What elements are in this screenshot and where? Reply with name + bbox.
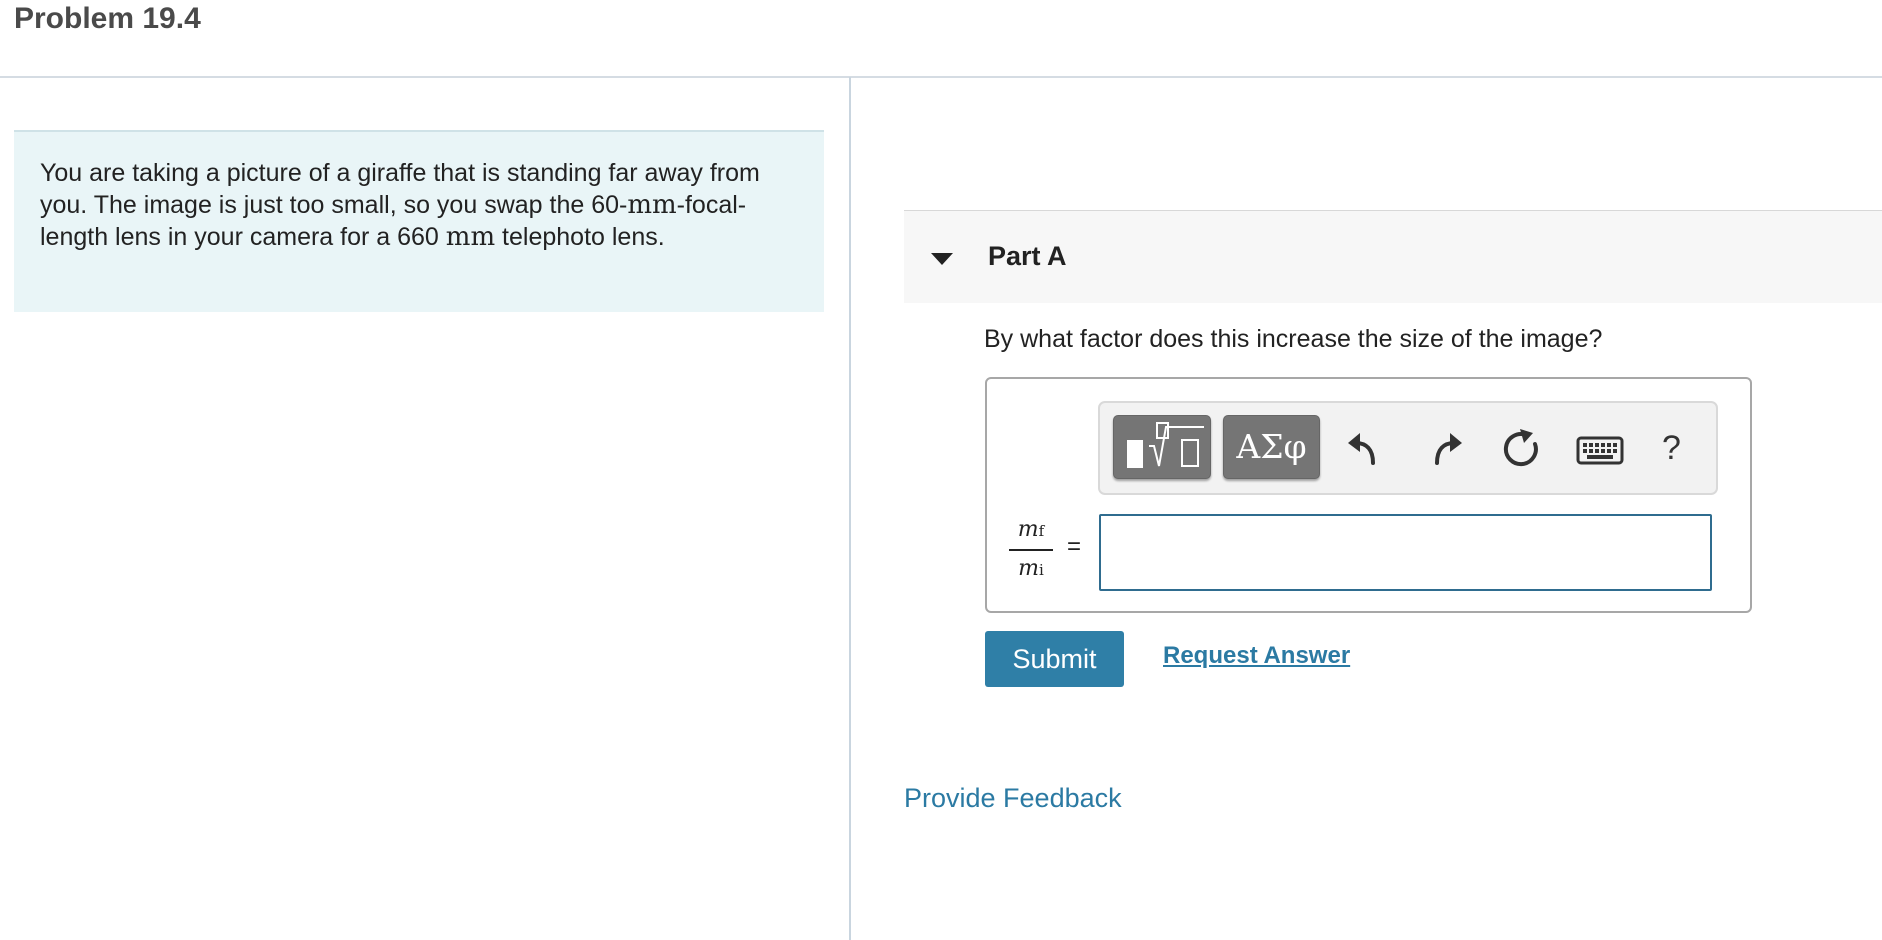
problem-statement: You are taking a picture of a giraffe th…: [14, 130, 824, 312]
fraction-denominator: mi: [1018, 556, 1044, 581]
templates-button[interactable]: [1113, 415, 1211, 479]
answer-area: ΑΣφ ? mf mi =: [985, 377, 1752, 613]
fraction-numerator: mf: [1017, 517, 1045, 542]
problem-text-part-3: telephoto lens.: [495, 223, 665, 251]
equals-sign: =: [1067, 533, 1082, 560]
caret-down-icon[interactable]: [931, 253, 953, 265]
fraction-bar: [1009, 549, 1053, 551]
request-answer-link[interactable]: Request Answer: [1163, 642, 1350, 670]
help-icon[interactable]: ?: [1662, 423, 1681, 473]
greek-symbols-button[interactable]: ΑΣφ: [1223, 415, 1320, 479]
reset-icon[interactable]: [1495, 423, 1547, 473]
page-title: Problem 19.4: [14, 2, 201, 35]
templates-icon: [1127, 422, 1204, 468]
column-divider: [849, 77, 851, 940]
problem-text: You are taking a picture of a giraffe th…: [40, 157, 798, 253]
problem-unit-2: mm: [445, 222, 496, 252]
redo-icon[interactable]: [1418, 423, 1470, 473]
provide-feedback-link[interactable]: Provide Feedback: [904, 783, 1122, 814]
question-text: By what factor does this increase the si…: [984, 325, 1603, 353]
keyboard-icon[interactable]: [1570, 423, 1632, 473]
part-a-header[interactable]: Part A: [904, 210, 1882, 303]
problem-number-1: 60-: [591, 191, 628, 219]
answer-label: mf mi: [1009, 515, 1053, 585]
problem-unit-1: mm: [627, 190, 677, 220]
submit-button[interactable]: Submit: [985, 631, 1124, 687]
header-divider: [0, 76, 1882, 78]
answer-input[interactable]: [1099, 514, 1712, 591]
undo-icon[interactable]: [1340, 423, 1392, 473]
part-title: Part A: [988, 241, 1067, 271]
math-toolbar: ΑΣφ ?: [1098, 401, 1718, 495]
